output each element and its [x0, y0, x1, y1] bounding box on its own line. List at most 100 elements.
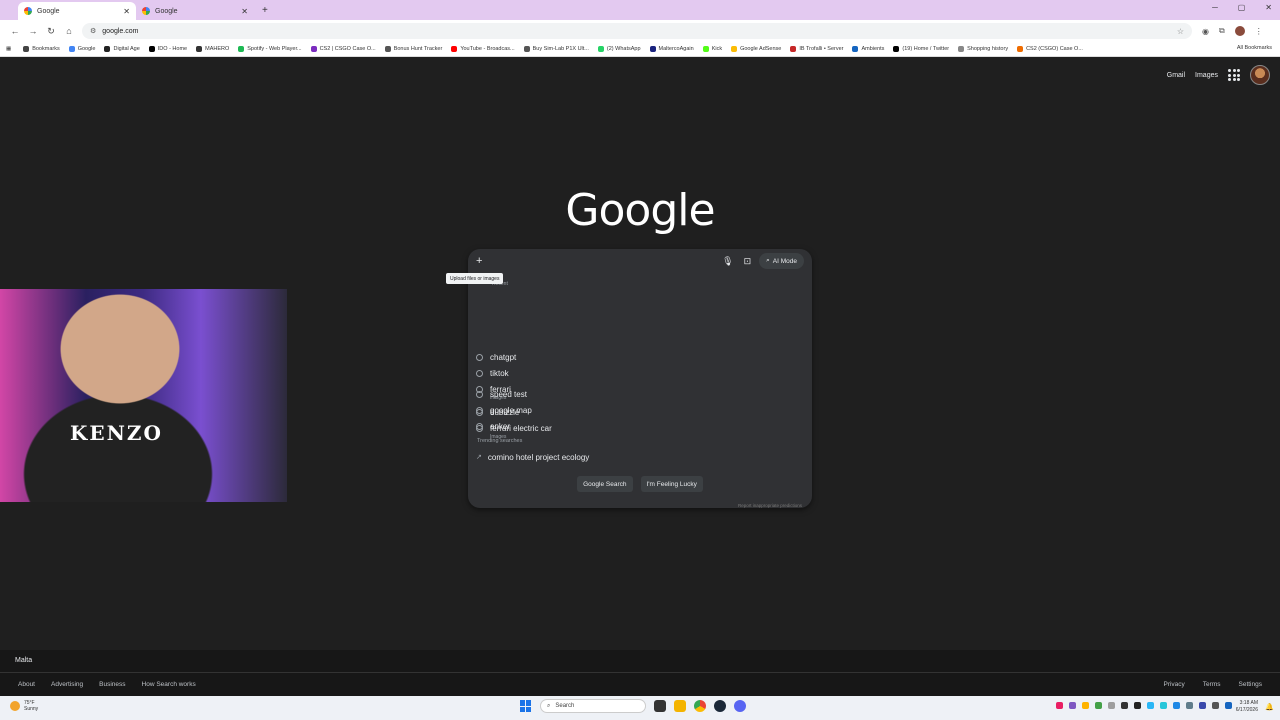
business-link[interactable]: Business — [99, 681, 125, 688]
tray-app-icon[interactable] — [1108, 702, 1115, 709]
bookmark-item[interactable]: Bookmarks — [23, 46, 60, 52]
bluetooth-icon[interactable] — [1173, 702, 1180, 709]
weather-widget[interactable]: 75°F Sunny — [10, 700, 38, 712]
bookmark-item[interactable]: IB Trofalli • Server — [790, 46, 843, 52]
tray-app-icon[interactable] — [1069, 702, 1076, 709]
list-item[interactable]: google map — [476, 405, 532, 416]
tray-app-icon[interactable] — [1186, 702, 1193, 709]
bookmark-item[interactable]: IDO - Home — [148, 46, 187, 52]
gmail-link[interactable]: Gmail — [1167, 72, 1185, 79]
extensions-icon[interactable]: ⧉ — [1219, 26, 1225, 36]
upload-plus-icon[interactable]: + — [476, 255, 488, 267]
bookmark-item[interactable]: Spotify - Web Player... — [238, 46, 302, 52]
ai-mode-button[interactable]: ⌕ AI Mode — [759, 253, 804, 269]
bookmark-item[interactable]: (2) WhatsApp — [597, 46, 641, 52]
list-item[interactable]: tiktok — [476, 368, 509, 379]
bookmark-item[interactable]: Kick — [702, 46, 722, 52]
notification-bell-icon[interactable]: 🔔 — [1265, 703, 1274, 711]
forward-icon[interactable]: → — [24, 26, 42, 36]
bookmark-item[interactable]: Bonus Hunt Tracker — [384, 46, 442, 52]
bookmark-favicon-icon — [523, 46, 530, 52]
address-bar[interactable]: ⚙ google.com ☆ — [82, 23, 1192, 39]
tray-app-icon[interactable] — [1082, 702, 1089, 709]
media-icon[interactable]: ◉ — [1202, 27, 1209, 36]
search-input[interactable] — [488, 254, 713, 268]
reload-icon[interactable]: ↻ — [42, 26, 60, 37]
feeling-lucky-button[interactable]: I'm Feeling Lucky — [640, 476, 703, 492]
windows-start-icon[interactable] — [520, 700, 532, 712]
url-text[interactable]: google.com — [102, 28, 1177, 35]
bookmark-item[interactable]: YouTube - Broadcas... — [451, 46, 515, 52]
history-clock-icon — [476, 423, 483, 430]
bookmark-item[interactable]: Google — [68, 46, 95, 52]
discord-icon[interactable] — [734, 700, 746, 712]
network-icon[interactable] — [1212, 702, 1219, 709]
bookmark-favicon-icon — [731, 46, 738, 52]
close-tab-icon[interactable]: ✕ — [123, 7, 130, 16]
tray-app-icon[interactable] — [1056, 702, 1063, 709]
menu-icon[interactable]: ⋮ — [1255, 27, 1263, 36]
windows-taskbar: 75°F Sunny ⌕ Search 3:18 AM 6/17/2026 🔔 — [0, 696, 1280, 720]
tab-google-active[interactable]: Google ✕ — [18, 2, 136, 20]
bookmark-item[interactable]: MaltercoAgain — [649, 46, 694, 52]
tray-app-icon[interactable] — [1095, 702, 1102, 709]
steam-icon[interactable] — [714, 700, 726, 712]
chrome-icon[interactable] — [694, 700, 706, 712]
tray-app-icon[interactable] — [1134, 702, 1141, 709]
tray-app-icon[interactable] — [1160, 702, 1167, 709]
how-search-works-link[interactable]: How Search works — [142, 681, 196, 688]
task-view-icon[interactable] — [654, 700, 666, 712]
images-link[interactable]: Images — [1195, 72, 1218, 79]
home-icon[interactable]: ⌂ — [60, 26, 78, 36]
terms-link[interactable]: Terms — [1203, 681, 1221, 688]
settings-link[interactable]: Settings — [1239, 681, 1263, 688]
privacy-link[interactable]: Privacy — [1163, 681, 1184, 688]
list-item[interactable]: chatgpt — [476, 352, 516, 363]
list-item[interactable]: speed test — [476, 389, 527, 400]
bookmark-item[interactable]: Digital Age — [104, 46, 140, 52]
tray-app-icon[interactable] — [1147, 702, 1154, 709]
tray-app-icon[interactable] — [1199, 702, 1206, 709]
weather-desc: Sunny — [24, 706, 39, 712]
taskbar-search[interactable]: ⌕ Search — [540, 699, 646, 713]
microphone-icon[interactable]: 🎙 — [722, 256, 733, 267]
bookmark-favicon-icon — [958, 46, 965, 52]
google-lens-icon[interactable]: ⊡ — [744, 256, 752, 267]
volume-icon[interactable] — [1225, 702, 1232, 709]
bookmark-item[interactable]: Ambients — [852, 46, 884, 52]
minimize-icon[interactable]: ─ — [1212, 3, 1218, 12]
bookmark-item[interactable]: MAHERO — [196, 46, 229, 52]
back-icon[interactable]: ← — [6, 26, 24, 36]
site-info-icon[interactable]: ⚙ — [90, 27, 96, 35]
all-bookmarks-button[interactable]: All Bookmarks — [1237, 45, 1272, 51]
profile-avatar[interactable] — [1234, 26, 1245, 36]
advertising-link[interactable]: Advertising — [51, 681, 83, 688]
new-tab-button[interactable]: + — [262, 5, 268, 16]
report-predictions-link[interactable]: Report inappropriate predictions — [738, 503, 802, 508]
close-window-icon[interactable]: ✕ — [1265, 3, 1272, 12]
bookmark-item[interactable]: Google AdSense — [731, 46, 781, 52]
bookmark-item[interactable]: CS2 (CSGO) Case O... — [1017, 46, 1083, 52]
bookmark-item[interactable]: Buy Sim-Lab P1X Ult... — [523, 46, 589, 52]
footer-divider — [0, 672, 1280, 673]
maximize-icon[interactable]: ▢ — [1238, 3, 1246, 12]
google-favicon-icon — [142, 7, 150, 15]
bookmark-star-icon[interactable]: ☆ — [1177, 27, 1184, 36]
apps-grid-icon[interactable]: ▦ — [6, 46, 11, 52]
google-search-button[interactable]: Google Search — [577, 476, 633, 492]
tab-title: Google — [37, 7, 60, 15]
file-explorer-icon[interactable] — [674, 700, 686, 712]
close-tab-icon[interactable]: ✕ — [241, 7, 248, 16]
tray-app-icon[interactable] — [1121, 702, 1128, 709]
bookmark-item[interactable]: CS2 | CSGO Case O... — [310, 46, 376, 52]
list-item[interactable]: anker — [476, 421, 510, 432]
bookmark-item[interactable]: Shopping history — [958, 46, 1008, 52]
trending-item[interactable]: ↗ comino hotel project ecology — [476, 452, 589, 463]
tab-google[interactable]: Google ✕ — [136, 2, 254, 20]
bookmark-item[interactable]: (19) Home / Twitter — [893, 46, 949, 52]
account-avatar[interactable] — [1250, 65, 1270, 85]
system-clock[interactable]: 3:18 AM 6/17/2026 — [1236, 700, 1258, 714]
about-link[interactable]: About — [18, 681, 35, 688]
search-buttons: Google Search I'm Feeling Lucky — [476, 476, 804, 492]
google-apps-icon[interactable] — [1228, 69, 1240, 81]
